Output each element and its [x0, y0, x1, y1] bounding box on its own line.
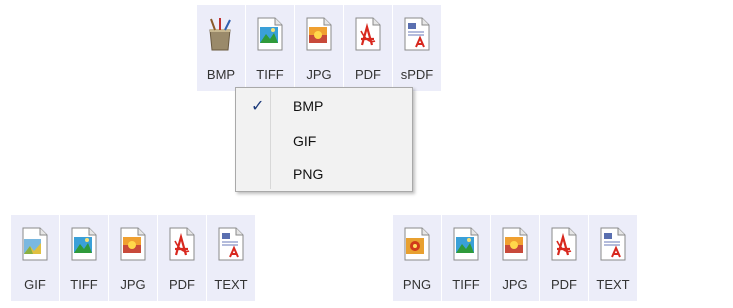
format-tile-pdf[interactable]: PDF: [540, 215, 588, 301]
tiff-image-icon: [451, 227, 481, 261]
menu-item-label: BMP: [293, 98, 324, 114]
format-label: TEXT: [214, 277, 248, 292]
format-label: PDF: [551, 277, 577, 292]
format-tile-gif[interactable]: GIF: [11, 215, 59, 301]
png-image-icon: [402, 227, 432, 261]
menu-item-bmp[interactable]: ✓ BMP: [238, 92, 410, 120]
pdf-file-icon: [549, 227, 579, 261]
format-tile-png[interactable]: PNG: [393, 215, 441, 301]
format-tile-text[interactable]: TEXT: [207, 215, 255, 301]
file-format-dropdown-menu: ✓ BMP GIF PNG: [235, 87, 413, 192]
menu-item-gif[interactable]: GIF: [238, 127, 410, 155]
format-label: TEXT: [596, 277, 630, 292]
jpg-image-icon: [500, 227, 530, 261]
format-label: PDF: [355, 67, 381, 82]
format-label: PNG: [402, 277, 432, 292]
tiff-image-icon: [69, 227, 99, 261]
format-label: sPDF: [400, 67, 434, 82]
text-file-icon: [598, 227, 628, 261]
format-label: TIFF: [256, 67, 284, 82]
format-tile-pdf[interactable]: PDF: [158, 215, 206, 301]
menu-item-label: GIF: [293, 133, 317, 149]
format-tile-jpg[interactable]: JPG: [295, 5, 343, 91]
format-tile-text[interactable]: TEXT: [589, 215, 637, 301]
format-label: GIF: [24, 277, 46, 292]
format-label: PDF: [169, 277, 195, 292]
format-tile-jpg[interactable]: JPG: [109, 215, 157, 301]
format-label: BMP: [206, 67, 236, 82]
checkmark-icon: ✓: [251, 98, 265, 115]
format-label: JPG: [120, 277, 146, 292]
pdf-file-icon: [167, 227, 197, 261]
jpg-image-icon: [304, 17, 334, 51]
spdf-file-icon: [402, 17, 432, 51]
format-label: TIFF: [70, 277, 98, 292]
text-file-icon: [216, 227, 246, 261]
menu-item-png[interactable]: PNG: [238, 160, 410, 188]
pdf-file-icon: [353, 17, 383, 51]
format-label: JPG: [306, 67, 332, 82]
format-label: TIFF: [452, 277, 480, 292]
format-tile-bmp[interactable]: BMP: [197, 5, 245, 91]
gif-image-icon: [20, 227, 50, 261]
format-tile-tiff[interactable]: TIFF: [442, 215, 490, 301]
bmp-paint-icon: [206, 17, 236, 51]
format-tile-spdf[interactable]: sPDF: [393, 5, 441, 91]
format-tile-jpg[interactable]: JPG: [491, 215, 539, 301]
format-tile-tiff[interactable]: TIFF: [246, 5, 294, 91]
tiff-image-icon: [255, 17, 285, 51]
menu-item-label: PNG: [293, 166, 324, 182]
format-tile-pdf[interactable]: PDF: [344, 5, 392, 91]
jpg-image-icon: [118, 227, 148, 261]
format-label: JPG: [502, 277, 528, 292]
format-tile-tiff[interactable]: TIFF: [60, 215, 108, 301]
